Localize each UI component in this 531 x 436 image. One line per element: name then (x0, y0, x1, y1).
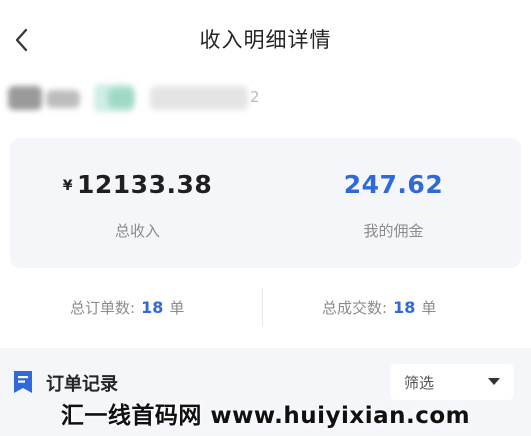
income-summary-card: ¥12133.38 总收入 247.62 我的佣金 (10, 138, 521, 268)
total-income-stat: ¥12133.38 总收入 (10, 138, 265, 268)
blurred-id (150, 86, 248, 110)
currency-symbol: ¥ (62, 178, 73, 194)
commission-stat: 247.62 我的佣金 (266, 138, 521, 268)
blurred-name (46, 90, 80, 108)
total-income-label: 总收入 (114, 222, 160, 240)
count-row: 总订单数: 18 单 总成交数: 18 单 (0, 280, 531, 336)
document-icon (12, 370, 34, 394)
watermark: 汇一线首码网 www.huiyixian.com (60, 403, 471, 429)
page-title: 收入明细详情 (199, 28, 332, 52)
caret-down-icon (488, 378, 500, 385)
blurred-avatar (8, 86, 42, 110)
total-deals: 总成交数: 18 单 (322, 297, 436, 318)
total-orders-label: 总订单数: (70, 299, 136, 317)
total-orders: 总订单数: 18 单 (70, 297, 184, 318)
total-income-amount: 12133.38 (76, 170, 213, 199)
divider (262, 288, 263, 326)
total-orders-unit: 单 (169, 299, 185, 317)
total-deals-unit: 单 (421, 299, 437, 317)
filter-label: 筛选 (404, 374, 435, 392)
total-orders-value: 18 (141, 298, 164, 317)
top-bar: 收入明细详情 (0, 0, 531, 80)
total-deals-value: 18 (393, 298, 416, 317)
total-deals-label: 总成交数: (322, 299, 388, 317)
commission-value: 247.62 (343, 170, 444, 199)
account-trailing-char: 2 (250, 88, 260, 106)
total-income-value: ¥12133.38 (10, 170, 265, 199)
filter-dropdown[interactable]: 筛选 (390, 364, 514, 400)
order-records-title: 订单记录 (46, 374, 118, 395)
commission-label: 我的佣金 (363, 222, 424, 240)
blurred-badge-inner (108, 88, 134, 108)
account-info-blurred: 2 (0, 80, 531, 124)
